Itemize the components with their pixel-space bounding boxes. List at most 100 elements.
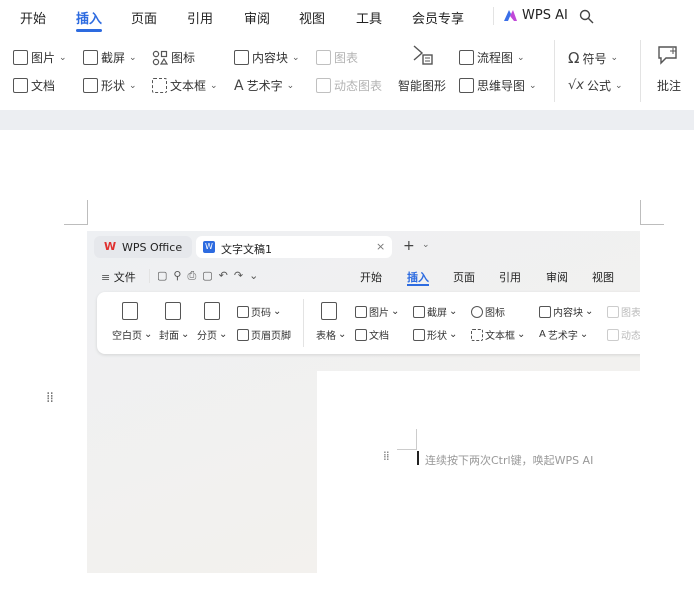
wps-ai-button[interactable]: WPS AI xyxy=(503,8,568,23)
inner-screenshot: 截屏 ⌄ xyxy=(413,304,457,319)
smart-graphic-button[interactable]: 智能图形 xyxy=(398,77,446,94)
search-icon[interactable] xyxy=(579,9,594,24)
comment-button[interactable]: 批注 xyxy=(657,77,681,94)
chart-icon xyxy=(316,50,331,65)
screenshot-label: 截屏 xyxy=(101,51,126,65)
inner-header-footer: 页眉页脚 xyxy=(237,327,291,342)
picture-icon xyxy=(13,50,28,65)
inner-quick-access-icons: ▢⚲⎙▢↶↷⌄ xyxy=(157,269,265,282)
inner-cover: 封面 ⌄ xyxy=(159,329,190,342)
inner-dynamic-partial: 动态 xyxy=(607,327,640,342)
inner-section: 分页 ⌄ xyxy=(197,329,228,342)
active-tab-indicator xyxy=(76,29,102,32)
wordart-button[interactable]: A 艺术字 ⌄ xyxy=(234,77,294,94)
shape-icon xyxy=(83,78,98,93)
chart-label: 图表 xyxy=(334,51,359,65)
drag-handle-icon[interactable]: ⁞⁞ xyxy=(46,391,54,405)
icons-button[interactable]: 图标 xyxy=(152,49,195,66)
dynamic-chart-button[interactable]: 动态图表 xyxy=(316,77,382,94)
inner-wps-logo-icon: W xyxy=(104,240,117,253)
inner-drag-handle-icon: ⁞⁞ xyxy=(383,449,390,463)
inner-blank-page-icon xyxy=(122,302,138,320)
textbox-button[interactable]: 文本框 ⌄ xyxy=(152,77,218,94)
inner-wps-office-label: WPS Office xyxy=(122,241,183,254)
inner-content-block: 内容块 ⌄ xyxy=(539,304,593,319)
omega-icon: Ω xyxy=(568,49,580,67)
mindmap-label: 思维导图 xyxy=(477,79,526,93)
inner-doc-title: 文字文稿1 xyxy=(221,243,272,256)
inner-tab-page: 页面 xyxy=(453,271,475,284)
icons-label: 图标 xyxy=(171,51,196,65)
inner-tab-insert: 插入 xyxy=(407,271,429,284)
inner-chevron-down-icon: ⌄ xyxy=(422,240,430,250)
smart-graphic-icon xyxy=(413,45,433,65)
inner-tab-references: 引用 xyxy=(499,271,521,284)
inner-picture: 图片 ⌄ xyxy=(355,304,399,319)
inner-word-doc-icon: W xyxy=(203,241,215,253)
formula-button[interactable]: √x 公式 ⌄ xyxy=(568,77,623,94)
inner-icons: 图标 xyxy=(471,304,505,319)
ruler-band xyxy=(0,110,694,131)
scissors-icon xyxy=(83,50,98,65)
flowchart-button[interactable]: 流程图 ⌄ xyxy=(459,49,525,66)
inner-table-icon xyxy=(321,302,337,320)
picture-button[interactable]: 图片 ⌄ xyxy=(13,49,67,66)
inner-page-number: 页码 ⌄ xyxy=(237,304,281,319)
chart-button[interactable]: 图表 xyxy=(316,49,358,66)
tab-member[interactable]: 会员专享 xyxy=(412,8,464,27)
wordart-icon: A xyxy=(234,77,244,94)
content-block-icon xyxy=(234,50,249,65)
tab-page[interactable]: 页面 xyxy=(131,8,157,27)
inner-close-tab-icon: × xyxy=(376,240,386,253)
inner-tab-view: 视图 xyxy=(592,271,614,284)
inner-blank-page: 空白页 ⌄ xyxy=(112,329,153,342)
symbol-label: 符号 xyxy=(582,51,607,66)
mindmap-button[interactable]: 思维导图 ⌄ xyxy=(459,77,537,94)
wps-ai-icon xyxy=(504,10,517,21)
flowchart-label: 流程图 xyxy=(477,51,514,65)
inner-document-page xyxy=(317,371,640,573)
embedded-screenshot-image[interactable]: W WPS Office W 文字文稿1 × + ⌄ ≡ 文件 ▢⚲⎙▢↶↷⌄ … xyxy=(87,231,640,573)
icons-icon xyxy=(152,50,168,65)
textbox-icon xyxy=(152,78,167,93)
screenshot-button[interactable]: 截屏 ⌄ xyxy=(83,49,137,66)
flowchart-icon xyxy=(459,50,474,65)
picture-label: 图片 xyxy=(31,51,56,65)
shape-button[interactable]: 形状 ⌄ xyxy=(83,77,137,94)
tab-insert[interactable]: 插入 xyxy=(76,8,102,27)
inner-shape: 形状 ⌄ xyxy=(413,327,457,342)
document-icon xyxy=(13,78,28,93)
shape-label: 形状 xyxy=(101,79,126,93)
wps-ai-label: WPS AI xyxy=(522,8,568,23)
inner-file-menu: ≡ 文件 xyxy=(101,271,136,284)
wordart-label: 艺术字 xyxy=(246,79,283,93)
symbol-button[interactable]: Ω 符号 ⌄ xyxy=(568,49,618,67)
insert-ribbon: 图片 ⌄ 截屏 ⌄ 图标 内容块 ⌄ 图表 流程图 ⌄ Ω 符号 ⌄ 文档 形状 ⌄ 文本框 ⌄… xyxy=(0,34,694,110)
inner-tab-home: 开始 xyxy=(360,271,382,284)
document-button[interactable]: 文档 xyxy=(13,77,55,94)
dynamic-chart-label: 动态图表 xyxy=(334,79,383,93)
inner-textbox: 文本框 ⌄ xyxy=(471,327,525,342)
inner-ai-hint-placeholder: 连续按下两次Ctrl键，唤起WPS AI xyxy=(425,454,594,467)
inner-cover-icon xyxy=(165,302,181,320)
document-label: 文档 xyxy=(31,79,56,93)
inner-text-cursor xyxy=(417,451,419,465)
inner-wordart: A 艺术字 ⌄ xyxy=(539,329,589,342)
comment-icon xyxy=(658,46,677,65)
inner-section-icon xyxy=(204,302,220,320)
tab-home[interactable]: 开始 xyxy=(20,8,46,27)
menu-tab-bar: 开始 插入 页面 引用 审阅 视图 工具 会员专享 WPS AI xyxy=(0,0,694,34)
textbox-label: 文本框 xyxy=(170,79,207,93)
mindmap-icon xyxy=(459,78,474,93)
tab-references[interactable]: 引用 xyxy=(187,8,213,27)
inner-tab-review: 审阅 xyxy=(546,271,568,284)
tab-review[interactable]: 审阅 xyxy=(244,8,270,27)
inner-active-tab-indicator xyxy=(407,284,429,286)
tab-view[interactable]: 视图 xyxy=(299,8,325,27)
inner-table: 表格 ⌄ xyxy=(316,329,347,342)
content-block-label: 内容块 xyxy=(252,51,289,65)
tab-tools[interactable]: 工具 xyxy=(356,8,382,27)
content-block-button[interactable]: 内容块 ⌄ xyxy=(234,49,300,66)
inner-chart-partial: 图表 xyxy=(607,304,640,319)
dynamic-chart-icon xyxy=(316,78,331,93)
